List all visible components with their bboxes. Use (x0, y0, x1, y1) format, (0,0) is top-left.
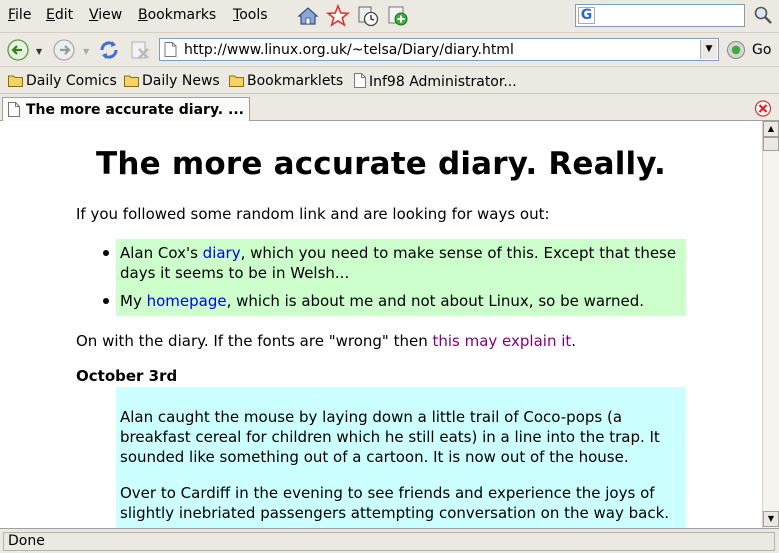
search-input[interactable] (598, 6, 742, 25)
scroll-thumb[interactable] (763, 137, 779, 151)
page-icon (164, 42, 177, 57)
navigation-toolbar: ▼ ▼ ▼ Go (0, 32, 779, 66)
status-text: Done (3, 532, 775, 551)
list-item-alan-cox: Alan Cox's diary, which you need to make… (120, 244, 677, 282)
page-icon (8, 102, 20, 117)
close-tab-icon[interactable] (754, 100, 772, 117)
fonts-note: On with the diary. If the fonts are "wro… (76, 332, 577, 350)
folder-icon (8, 75, 23, 87)
back-arrow-icon[interactable] (6, 38, 30, 62)
reload-icon[interactable] (97, 38, 121, 62)
search-box[interactable]: G (575, 4, 745, 27)
list-bullet (103, 250, 109, 256)
tab-title: The more accurate diary. ... (26, 102, 244, 118)
stop-icon[interactable] (128, 38, 152, 62)
entry-paragraph: Over to Cardiff in the evening to see fr… (120, 484, 670, 522)
forward-arrow-icon[interactable] (52, 38, 76, 62)
star-bookmark-icon[interactable] (326, 4, 350, 28)
fonts-explanation-link[interactable]: this may explain it (432, 332, 571, 350)
status-bar: Done (0, 528, 779, 553)
url-dropdown-button[interactable]: ▼ (700, 40, 717, 59)
bookmark-inf98-administrator[interactable]: Inf98 Administrator... (354, 73, 517, 90)
new-tab-plus-icon[interactable] (386, 4, 410, 28)
page-icon (354, 73, 366, 88)
go-button[interactable]: Go (725, 39, 777, 61)
back-dropdown-icon[interactable]: ▼ (36, 47, 42, 56)
entry-paragraph: Alan caught the mouse by laying down a l… (120, 408, 660, 466)
intro-text: If you followed some random link and are… (76, 205, 550, 223)
menu-edit[interactable]: Edit (46, 7, 73, 23)
date-heading: October 3rd (76, 367, 178, 385)
address-bar[interactable]: ▼ (159, 38, 719, 61)
tab-diary[interactable]: The more accurate diary. ... (2, 97, 250, 122)
menu-bar: File Edit View Bookmarks Tools G (0, 0, 779, 32)
google-icon[interactable]: G (578, 7, 595, 24)
forward-dropdown-icon[interactable]: ▼ (83, 47, 89, 56)
menu-tools[interactable]: Tools (233, 7, 268, 23)
bookmark-bookmarklets[interactable]: Bookmarklets (229, 73, 343, 89)
bookmark-daily-news[interactable]: Daily News (124, 73, 220, 89)
diary-link[interactable]: diary (203, 244, 241, 262)
list-item-homepage: My homepage, which is about me and not a… (120, 292, 644, 310)
url-input[interactable] (184, 40, 694, 59)
vertical-scrollbar[interactable]: ▲ ▼ (762, 121, 779, 528)
scroll-down-icon[interactable]: ▼ (763, 511, 779, 527)
scroll-up-icon[interactable]: ▲ (763, 121, 779, 137)
history-clock-icon[interactable] (356, 4, 380, 28)
folder-icon (124, 75, 139, 87)
page-content[interactable]: The more accurate diary. Really. If you … (0, 121, 762, 528)
diary-entry: Alan caught the mouse by laying down a l… (116, 387, 686, 528)
go-label: Go (752, 42, 772, 58)
tab-strip: The more accurate diary. ... (0, 93, 779, 122)
list-bullet (103, 298, 109, 304)
bookmark-daily-comics[interactable]: Daily Comics (8, 73, 117, 89)
homepage-link[interactable]: homepage (147, 292, 227, 310)
menu-bookmarks[interactable]: Bookmarks (138, 7, 216, 23)
search-magnifier-icon[interactable] (752, 4, 774, 26)
home-icon[interactable] (296, 4, 320, 28)
folder-icon (229, 75, 244, 87)
menu-view[interactable]: View (89, 7, 122, 23)
page-title: The more accurate diary. Really. (96, 146, 666, 182)
bookmarks-toolbar: Daily Comics Daily News Bookmarklets Inf… (0, 66, 779, 93)
menu-file[interactable]: File (8, 7, 31, 23)
go-icon (727, 41, 745, 59)
